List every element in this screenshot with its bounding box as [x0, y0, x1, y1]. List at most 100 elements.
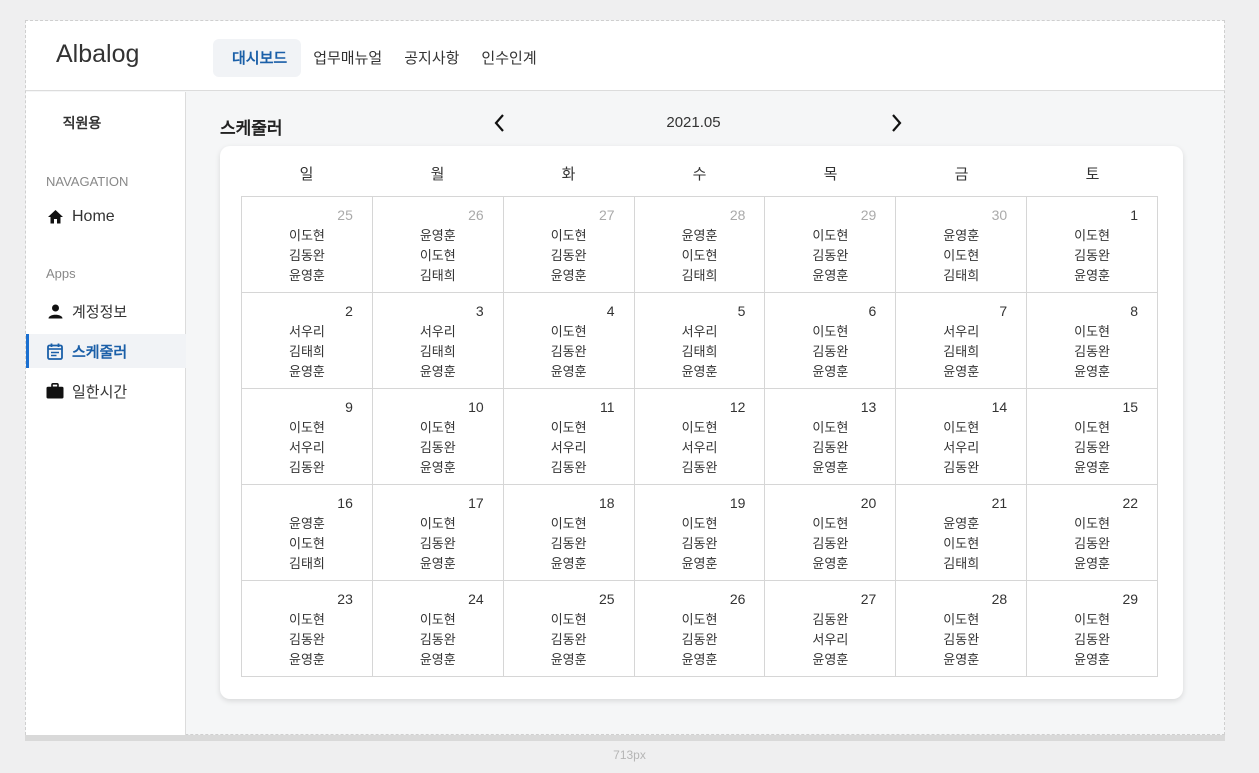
shift-employee-name: 윤영훈 — [419, 229, 456, 244]
shift-name-list: 이도현 서우리 김동완 — [635, 419, 765, 479]
shift-name-list: 서우리 김태희 윤영훈 — [896, 323, 1026, 383]
calendar-day-cell[interactable]: 28 윤영훈 이도현 김태희 — [634, 197, 766, 293]
shift-name-list: 이도현 김동완 윤영훈 — [373, 611, 503, 671]
calendar-day-cell[interactable]: 27 이도현 김동완 윤영훈 — [503, 197, 635, 293]
calendar-day-cell[interactable]: 26 윤영훈 이도현 김태희 — [372, 197, 504, 293]
shift-employee-name: 이도현 — [288, 421, 325, 436]
shift-name-list: 이도현 김동완 윤영훈 — [373, 515, 503, 575]
shift-employee-name: 김동완 — [288, 633, 325, 648]
calendar-day-cell[interactable]: 27 김동완 서우리 윤영훈 — [765, 581, 897, 677]
shift-name-list: 이도현 김동완 윤영훈 — [765, 227, 895, 287]
sidebar-item-home[interactable]: Home — [26, 200, 186, 234]
shift-employee-name: 김동완 — [681, 537, 718, 552]
sidebar-item-scheduler[interactable]: 스케줄러 — [26, 334, 186, 368]
calendar-day-cell[interactable]: 3 서우리 김태희 윤영훈 — [372, 293, 504, 389]
shift-employee-name: 이도현 — [1074, 613, 1111, 628]
calendar-week-row: 9 이도현 서우리 김동완 10 이도현 김동완 윤영훈 11 이도현 서우리 김동완 12 이도현 서우리… — [242, 389, 1159, 485]
day-number: 29 — [1122, 591, 1139, 607]
shift-employee-name: 김동완 — [681, 461, 718, 476]
shift-employee-name: 김동완 — [812, 441, 849, 456]
shift-name-list: 이도현 김동완 윤영훈 — [1027, 323, 1157, 383]
day-number: 2 — [345, 303, 353, 319]
shift-employee-name: 이도현 — [419, 517, 456, 532]
calendar-day-cell[interactable]: 26 이도현 김동완 윤영훈 — [634, 581, 766, 677]
calendar-day-cell[interactable]: 28 이도현 김동완 윤영훈 — [896, 581, 1028, 677]
shift-name-list: 이도현 서우리 김동완 — [504, 419, 634, 479]
shift-employee-name: 윤영훈 — [288, 653, 325, 668]
sidebar-item-account[interactable]: 계정정보 — [26, 294, 186, 328]
calendar-day-cell[interactable]: 10 이도현 김동완 윤영훈 — [372, 389, 504, 485]
shift-employee-name: 윤영훈 — [681, 365, 718, 380]
calendar-day-cell[interactable]: 25 이도현 김동완 윤영훈 — [242, 197, 373, 293]
calendar-day-cell[interactable]: 9 이도현 서우리 김동완 — [242, 389, 373, 485]
shift-employee-name: 김동완 — [288, 249, 325, 264]
shift-employee-name: 윤영훈 — [681, 653, 718, 668]
shift-name-list: 이도현 김동완 윤영훈 — [635, 515, 765, 575]
calendar-day-cell[interactable]: 16 윤영훈 이도현 김태희 — [242, 485, 373, 581]
day-number: 15 — [1122, 399, 1139, 415]
calendar-day-cell[interactable]: 5 서우리 김태희 윤영훈 — [634, 293, 766, 389]
tab-work-manual[interactable]: 업무매뉴얼 — [301, 39, 394, 77]
shift-employee-name: 김동완 — [812, 345, 849, 360]
calendar-day-cell[interactable]: 2 서우리 김태희 윤영훈 — [242, 293, 373, 389]
calendar-day-cell[interactable]: 15 이도현 김동완 윤영훈 — [1027, 389, 1159, 485]
calendar-day-cell[interactable]: 14 이도현 서우리 김동완 — [896, 389, 1028, 485]
calendar-day-cell[interactable]: 17 이도현 김동완 윤영훈 — [372, 485, 504, 581]
calendar-day-cell[interactable]: 4 이도현 김동완 윤영훈 — [503, 293, 635, 389]
shift-employee-name: 이도현 — [419, 249, 456, 264]
shift-employee-name: 윤영훈 — [1074, 461, 1111, 476]
shift-employee-name: 윤영훈 — [419, 365, 456, 380]
shift-name-list: 이도현 김동완 윤영훈 — [373, 419, 503, 479]
tab-dashboard[interactable]: 대시보드 — [213, 39, 302, 77]
weekday-label: 토 — [1085, 165, 1100, 183]
calendar-day-cell[interactable]: 12 이도현 서우리 김동완 — [634, 389, 766, 485]
shift-employee-name: 윤영훈 — [943, 517, 980, 532]
tab-handover[interactable]: 인수인계 — [469, 39, 548, 77]
shift-name-list: 이도현 김동완 윤영훈 — [1027, 515, 1157, 575]
calendar-day-cell[interactable]: 18 이도현 김동완 윤영훈 — [503, 485, 635, 581]
shift-employee-name: 김동완 — [550, 537, 587, 552]
shift-employee-name: 이도현 — [1074, 229, 1111, 244]
shift-employee-name: 이도현 — [681, 613, 718, 628]
prev-month-button[interactable] — [488, 111, 512, 135]
shift-employee-name: 김동완 — [1074, 249, 1111, 264]
calendar-day-cell[interactable]: 24 이도현 김동완 윤영훈 — [372, 581, 504, 677]
shift-employee-name: 윤영훈 — [943, 653, 980, 668]
tab-notices[interactable]: 공지사항 — [392, 39, 471, 77]
calendar-day-cell[interactable]: 19 이도현 김동완 윤영훈 — [634, 485, 766, 581]
shift-employee-name: 김동완 — [812, 613, 849, 628]
calendar-day-cell[interactable]: 22 이도현 김동완 윤영훈 — [1027, 485, 1159, 581]
app-logo[interactable]: Albalog — [56, 40, 139, 69]
calendar-day-cell[interactable]: 30 윤영훈 이도현 김태희 — [896, 197, 1028, 293]
day-number: 20 — [860, 495, 877, 511]
shift-name-list: 이도현 김동완 윤영훈 — [504, 323, 634, 383]
shift-employee-name: 이도현 — [1074, 325, 1111, 340]
shift-employee-name: 윤영훈 — [812, 269, 849, 284]
calendar-day-cell[interactable]: 25 이도현 김동완 윤영훈 — [503, 581, 635, 677]
day-number: 5 — [737, 303, 746, 319]
day-number: 12 — [729, 399, 746, 415]
shift-employee-name: 이도현 — [681, 517, 718, 532]
calendar-day-cell[interactable]: 8 이도현 김동완 윤영훈 — [1027, 293, 1159, 389]
calendar-day-cell[interactable]: 20 이도현 김동완 윤영훈 — [765, 485, 897, 581]
calendar-day-cell[interactable]: 21 윤영훈 이도현 김태희 — [896, 485, 1028, 581]
calendar-day-cell[interactable]: 23 이도현 김동완 윤영훈 — [242, 581, 373, 677]
shift-employee-name: 윤영훈 — [1074, 269, 1111, 284]
day-number: 27 — [599, 207, 615, 223]
calendar-day-cell[interactable]: 1 이도현 김동완 윤영훈 — [1027, 197, 1159, 293]
day-number: 4 — [606, 303, 615, 319]
sidebar-item-work-hours[interactable]: 일한시간 — [26, 374, 186, 408]
top-header: Albalog 대시보드 업무매뉴얼 공지사항 인수인계 — [26, 21, 1224, 91]
next-month-button[interactable] — [884, 111, 908, 135]
calendar-day-cell[interactable]: 13 이도현 김동완 윤영훈 — [765, 389, 897, 485]
calendar-day-cell[interactable]: 29 이도현 김동완 윤영훈 — [765, 197, 897, 293]
calendar-day-cell[interactable]: 6 이도현 김동완 윤영훈 — [765, 293, 897, 389]
shift-employee-name: 이도현 — [812, 229, 849, 244]
calendar-day-cell[interactable]: 29 이도현 김동완 윤영훈 — [1027, 581, 1159, 677]
day-number: 28 — [729, 207, 746, 223]
shift-employee-name: 김동완 — [550, 249, 587, 264]
shift-employee-name: 서우리 — [288, 325, 325, 340]
shift-employee-name: 윤영훈 — [419, 557, 456, 572]
calendar-day-cell[interactable]: 11 이도현 서우리 김동완 — [503, 389, 635, 485]
calendar-day-cell[interactable]: 7 서우리 김태희 윤영훈 — [896, 293, 1028, 389]
